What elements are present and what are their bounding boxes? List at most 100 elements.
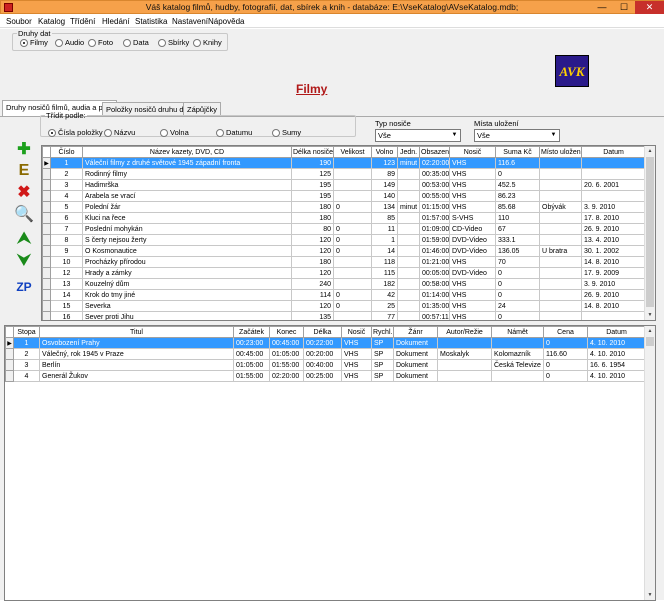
table-cell[interactable]: Hrady a zámky xyxy=(82,267,292,279)
table-cell[interactable]: 17. 8. 2010 xyxy=(581,212,646,224)
table-cell[interactable]: Moskalyk xyxy=(437,348,492,360)
table-cell[interactable]: Polední žár xyxy=(82,201,292,213)
table-cell[interactable]: VHS xyxy=(449,278,496,290)
media-row[interactable]: 16 Sever proti Jihu 135 77 00:57:11 VHS 0 xyxy=(42,311,646,320)
table-cell[interactable]: minut xyxy=(397,201,420,213)
table-cell[interactable]: 00:25:00 xyxy=(303,370,342,382)
table-cell[interactable]: Krok do tmy jiné xyxy=(82,289,292,301)
table-cell[interactable]: 10 xyxy=(50,256,83,268)
table-cell[interactable]: 140 xyxy=(371,190,398,202)
table-cell[interactable]: 24 xyxy=(495,300,540,312)
scroll-down-icon[interactable]: ▼ xyxy=(645,310,655,320)
table-cell[interactable]: 190 xyxy=(291,157,334,169)
sort-radio-volna[interactable]: Volna xyxy=(160,128,189,137)
table-cell[interactable] xyxy=(397,234,420,246)
table-cell[interactable] xyxy=(397,311,420,320)
table-cell[interactable]: O Kosmonautice xyxy=(82,245,292,257)
table-cell[interactable] xyxy=(581,311,646,320)
table-cell[interactable]: VHS xyxy=(341,370,372,382)
table-cell[interactable]: 00:40:00 xyxy=(303,359,342,371)
row-indicator[interactable] xyxy=(42,245,51,257)
table-cell[interactable]: 01:57:00 xyxy=(419,212,450,224)
table-cell[interactable] xyxy=(397,190,420,202)
table-cell[interactable] xyxy=(539,157,582,169)
sort-radio-nazev[interactable]: Názvu xyxy=(104,128,135,137)
row-indicator[interactable] xyxy=(42,190,51,202)
table-cell[interactable]: 16 xyxy=(50,311,83,320)
column-header[interactable]: Žánr xyxy=(393,326,438,338)
table-cell[interactable]: 85.68 xyxy=(495,201,540,213)
table-cell[interactable]: Procházky přírodou xyxy=(82,256,292,268)
storage-select[interactable]: Vše ▼ xyxy=(474,129,560,142)
table-cell[interactable] xyxy=(397,289,420,301)
column-header[interactable]: Obsazen xyxy=(419,146,450,158)
row-indicator[interactable] xyxy=(42,278,51,290)
column-header[interactable]: Délka nosiče xyxy=(291,146,334,158)
table-cell[interactable] xyxy=(397,245,420,257)
table-cell[interactable]: 01:55:00 xyxy=(269,359,304,371)
search-button[interactable]: 🔍 xyxy=(14,205,34,225)
table-cell[interactable]: VHS xyxy=(341,337,372,349)
table-cell[interactable]: 14. 8. 2010 xyxy=(581,256,646,268)
table-cell[interactable]: 00:53:00 xyxy=(419,179,450,191)
menu-katalog[interactable]: Katalog xyxy=(38,17,65,26)
table-cell[interactable]: 180 xyxy=(291,201,334,213)
table-cell[interactable]: Osvobození Prahy xyxy=(39,337,234,349)
table-cell[interactable]: Dokument xyxy=(393,348,438,360)
column-header[interactable]: Délka xyxy=(303,326,342,338)
table-cell[interactable]: 0 xyxy=(333,300,372,312)
row-indicator[interactable] xyxy=(42,256,51,268)
add-button[interactable]: ✚ xyxy=(14,140,34,160)
table-cell[interactable] xyxy=(437,370,492,382)
table-cell[interactable]: 3 xyxy=(13,359,40,371)
column-header[interactable]: Začátek xyxy=(233,326,270,338)
media-table-scrollbar[interactable]: ▲ ▼ xyxy=(644,146,655,320)
table-cell[interactable]: Hadimrška xyxy=(82,179,292,191)
row-indicator[interactable] xyxy=(42,223,51,235)
table-cell[interactable]: 8 xyxy=(50,234,83,246)
table-cell[interactable] xyxy=(333,311,372,320)
table-cell[interactable]: 17. 9. 2009 xyxy=(581,267,646,279)
table-cell[interactable] xyxy=(539,190,582,202)
table-cell[interactable]: 182 xyxy=(371,278,398,290)
table-cell[interactable]: 67 xyxy=(495,223,540,235)
table-cell[interactable]: VHS xyxy=(341,359,372,371)
radio-sbirky[interactable]: Sbírky xyxy=(158,38,189,47)
table-cell[interactable]: 120 xyxy=(291,300,334,312)
table-cell[interactable]: 118 xyxy=(371,256,398,268)
scroll-up-icon[interactable]: ▲ xyxy=(645,326,655,336)
table-cell[interactable]: VHS xyxy=(449,256,496,268)
table-cell[interactable]: 00:45:00 xyxy=(269,337,304,349)
scroll-thumb[interactable] xyxy=(646,157,654,307)
table-cell[interactable]: 116.6 xyxy=(495,157,540,169)
medium-type-select[interactable]: Vše ▼ xyxy=(375,129,461,142)
table-cell[interactable]: 00:55:00 xyxy=(419,190,450,202)
table-cell[interactable] xyxy=(397,223,420,235)
table-cell[interactable]: S-VHS xyxy=(449,212,496,224)
table-cell[interactable]: 16. 6. 1954 xyxy=(587,359,646,371)
table-cell[interactable]: 149 xyxy=(371,179,398,191)
column-header[interactable]: Rychl. xyxy=(371,326,394,338)
table-cell[interactable] xyxy=(333,157,372,169)
maximize-button[interactable]: ☐ xyxy=(613,1,635,14)
column-header[interactable]: Cena xyxy=(543,326,588,338)
table-cell[interactable] xyxy=(397,256,420,268)
row-pointer-icon[interactable]: ▶ xyxy=(42,157,51,169)
table-cell[interactable]: 20. 6. 2001 xyxy=(581,179,646,191)
table-cell[interactable]: 14. 8. 2010 xyxy=(581,300,646,312)
table-cell[interactable]: SP xyxy=(371,348,394,360)
table-cell[interactable]: 195 xyxy=(291,179,334,191)
move-up-button[interactable]: ⮝ xyxy=(14,229,34,249)
table-cell[interactable]: 180 xyxy=(291,212,334,224)
column-header[interactable]: Nosič xyxy=(449,146,496,158)
menu-nastaveni[interactable]: Nastavení xyxy=(172,17,208,26)
column-header[interactable]: Autor/Režie xyxy=(437,326,492,338)
table-cell[interactable]: DVD-Video xyxy=(449,267,496,279)
table-cell[interactable]: 6 xyxy=(50,212,83,224)
column-header[interactable]: Suma Kč xyxy=(495,146,540,158)
table-cell[interactable]: SP xyxy=(371,337,394,349)
table-cell[interactable]: 115 xyxy=(371,267,398,279)
table-cell[interactable]: 452.5 xyxy=(495,179,540,191)
table-cell[interactable]: 0 xyxy=(543,337,588,349)
table-cell[interactable]: Rodinný filmy xyxy=(82,168,292,180)
